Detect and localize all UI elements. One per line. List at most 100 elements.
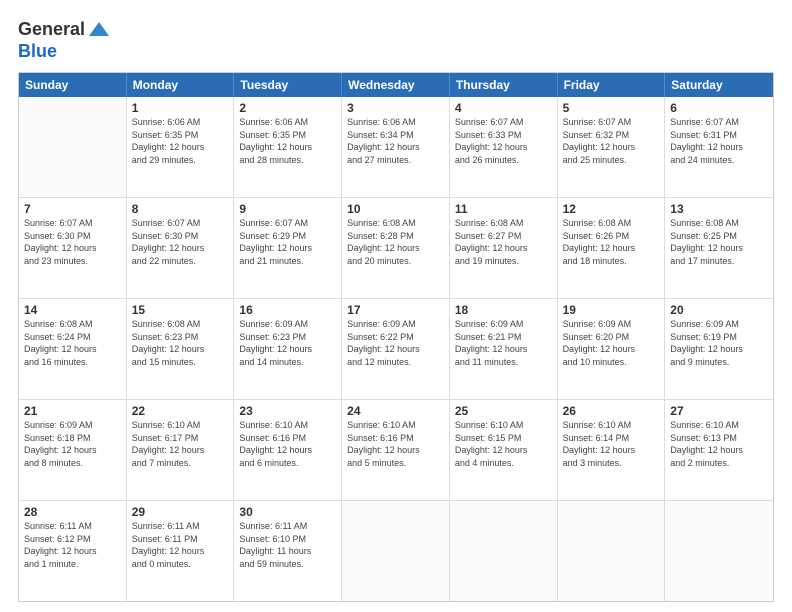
- day-info: Sunrise: 6:10 AM Sunset: 6:14 PM Dayligh…: [563, 419, 660, 469]
- day-cell-26: 26Sunrise: 6:10 AM Sunset: 6:14 PM Dayli…: [558, 400, 666, 500]
- day-info: Sunrise: 6:09 AM Sunset: 6:21 PM Dayligh…: [455, 318, 552, 368]
- day-info: Sunrise: 6:07 AM Sunset: 6:31 PM Dayligh…: [670, 116, 768, 166]
- empty-cell-4-5: [558, 501, 666, 601]
- day-number: 28: [24, 505, 121, 519]
- header-cell-thursday: Thursday: [450, 73, 558, 97]
- header-cell-tuesday: Tuesday: [234, 73, 342, 97]
- day-cell-28: 28Sunrise: 6:11 AM Sunset: 6:12 PM Dayli…: [19, 501, 127, 601]
- day-number: 17: [347, 303, 444, 317]
- day-info: Sunrise: 6:11 AM Sunset: 6:12 PM Dayligh…: [24, 520, 121, 570]
- empty-cell-4-6: [665, 501, 773, 601]
- day-cell-15: 15Sunrise: 6:08 AM Sunset: 6:23 PM Dayli…: [127, 299, 235, 399]
- day-info: Sunrise: 6:08 AM Sunset: 6:24 PM Dayligh…: [24, 318, 121, 368]
- day-info: Sunrise: 6:07 AM Sunset: 6:30 PM Dayligh…: [24, 217, 121, 267]
- day-info: Sunrise: 6:09 AM Sunset: 6:20 PM Dayligh…: [563, 318, 660, 368]
- day-cell-27: 27Sunrise: 6:10 AM Sunset: 6:13 PM Dayli…: [665, 400, 773, 500]
- day-number: 2: [239, 101, 336, 115]
- day-number: 3: [347, 101, 444, 115]
- day-info: Sunrise: 6:06 AM Sunset: 6:35 PM Dayligh…: [132, 116, 229, 166]
- day-number: 18: [455, 303, 552, 317]
- day-number: 7: [24, 202, 121, 216]
- day-cell-4: 4Sunrise: 6:07 AM Sunset: 6:33 PM Daylig…: [450, 97, 558, 197]
- day-number: 29: [132, 505, 229, 519]
- day-cell-16: 16Sunrise: 6:09 AM Sunset: 6:23 PM Dayli…: [234, 299, 342, 399]
- day-info: Sunrise: 6:11 AM Sunset: 6:11 PM Dayligh…: [132, 520, 229, 570]
- day-cell-25: 25Sunrise: 6:10 AM Sunset: 6:15 PM Dayli…: [450, 400, 558, 500]
- calendar-row-3: 21Sunrise: 6:09 AM Sunset: 6:18 PM Dayli…: [19, 400, 773, 501]
- day-info: Sunrise: 6:08 AM Sunset: 6:27 PM Dayligh…: [455, 217, 552, 267]
- day-number: 21: [24, 404, 121, 418]
- header-cell-friday: Friday: [558, 73, 666, 97]
- day-info: Sunrise: 6:09 AM Sunset: 6:19 PM Dayligh…: [670, 318, 768, 368]
- calendar-row-4: 28Sunrise: 6:11 AM Sunset: 6:12 PM Dayli…: [19, 501, 773, 601]
- day-info: Sunrise: 6:09 AM Sunset: 6:18 PM Dayligh…: [24, 419, 121, 469]
- day-cell-5: 5Sunrise: 6:07 AM Sunset: 6:32 PM Daylig…: [558, 97, 666, 197]
- day-cell-22: 22Sunrise: 6:10 AM Sunset: 6:17 PM Dayli…: [127, 400, 235, 500]
- day-number: 26: [563, 404, 660, 418]
- day-cell-10: 10Sunrise: 6:08 AM Sunset: 6:28 PM Dayli…: [342, 198, 450, 298]
- day-info: Sunrise: 6:10 AM Sunset: 6:13 PM Dayligh…: [670, 419, 768, 469]
- day-cell-20: 20Sunrise: 6:09 AM Sunset: 6:19 PM Dayli…: [665, 299, 773, 399]
- day-number: 11: [455, 202, 552, 216]
- day-cell-6: 6Sunrise: 6:07 AM Sunset: 6:31 PM Daylig…: [665, 97, 773, 197]
- day-number: 6: [670, 101, 768, 115]
- day-cell-11: 11Sunrise: 6:08 AM Sunset: 6:27 PM Dayli…: [450, 198, 558, 298]
- day-number: 24: [347, 404, 444, 418]
- calendar-row-0: 1Sunrise: 6:06 AM Sunset: 6:35 PM Daylig…: [19, 97, 773, 198]
- day-cell-19: 19Sunrise: 6:09 AM Sunset: 6:20 PM Dayli…: [558, 299, 666, 399]
- day-info: Sunrise: 6:09 AM Sunset: 6:22 PM Dayligh…: [347, 318, 444, 368]
- day-info: Sunrise: 6:08 AM Sunset: 6:25 PM Dayligh…: [670, 217, 768, 267]
- day-cell-12: 12Sunrise: 6:08 AM Sunset: 6:26 PM Dayli…: [558, 198, 666, 298]
- day-number: 23: [239, 404, 336, 418]
- day-cell-23: 23Sunrise: 6:10 AM Sunset: 6:16 PM Dayli…: [234, 400, 342, 500]
- day-cell-9: 9Sunrise: 6:07 AM Sunset: 6:29 PM Daylig…: [234, 198, 342, 298]
- day-number: 13: [670, 202, 768, 216]
- day-info: Sunrise: 6:07 AM Sunset: 6:33 PM Dayligh…: [455, 116, 552, 166]
- header-cell-saturday: Saturday: [665, 73, 773, 97]
- calendar-row-2: 14Sunrise: 6:08 AM Sunset: 6:24 PM Dayli…: [19, 299, 773, 400]
- day-info: Sunrise: 6:11 AM Sunset: 6:10 PM Dayligh…: [239, 520, 336, 570]
- empty-cell-4-3: [342, 501, 450, 601]
- header: General Blue: [18, 18, 774, 62]
- day-number: 25: [455, 404, 552, 418]
- calendar-body: 1Sunrise: 6:06 AM Sunset: 6:35 PM Daylig…: [19, 97, 773, 601]
- day-cell-18: 18Sunrise: 6:09 AM Sunset: 6:21 PM Dayli…: [450, 299, 558, 399]
- day-number: 4: [455, 101, 552, 115]
- day-info: Sunrise: 6:09 AM Sunset: 6:23 PM Dayligh…: [239, 318, 336, 368]
- day-info: Sunrise: 6:10 AM Sunset: 6:16 PM Dayligh…: [239, 419, 336, 469]
- header-cell-sunday: Sunday: [19, 73, 127, 97]
- day-number: 5: [563, 101, 660, 115]
- day-info: Sunrise: 6:06 AM Sunset: 6:34 PM Dayligh…: [347, 116, 444, 166]
- day-cell-17: 17Sunrise: 6:09 AM Sunset: 6:22 PM Dayli…: [342, 299, 450, 399]
- day-number: 27: [670, 404, 768, 418]
- day-info: Sunrise: 6:08 AM Sunset: 6:23 PM Dayligh…: [132, 318, 229, 368]
- day-cell-2: 2Sunrise: 6:06 AM Sunset: 6:35 PM Daylig…: [234, 97, 342, 197]
- day-number: 9: [239, 202, 336, 216]
- day-cell-13: 13Sunrise: 6:08 AM Sunset: 6:25 PM Dayli…: [665, 198, 773, 298]
- day-cell-24: 24Sunrise: 6:10 AM Sunset: 6:16 PM Dayli…: [342, 400, 450, 500]
- day-number: 30: [239, 505, 336, 519]
- header-cell-wednesday: Wednesday: [342, 73, 450, 97]
- day-info: Sunrise: 6:10 AM Sunset: 6:17 PM Dayligh…: [132, 419, 229, 469]
- day-number: 12: [563, 202, 660, 216]
- page: General Blue SundayMondayTuesdayWednesda…: [0, 0, 792, 612]
- calendar-header: SundayMondayTuesdayWednesdayThursdayFrid…: [19, 73, 773, 97]
- calendar-row-1: 7Sunrise: 6:07 AM Sunset: 6:30 PM Daylig…: [19, 198, 773, 299]
- day-number: 16: [239, 303, 336, 317]
- day-cell-29: 29Sunrise: 6:11 AM Sunset: 6:11 PM Dayli…: [127, 501, 235, 601]
- empty-cell-4-4: [450, 501, 558, 601]
- day-info: Sunrise: 6:10 AM Sunset: 6:16 PM Dayligh…: [347, 419, 444, 469]
- day-info: Sunrise: 6:06 AM Sunset: 6:35 PM Dayligh…: [239, 116, 336, 166]
- day-cell-7: 7Sunrise: 6:07 AM Sunset: 6:30 PM Daylig…: [19, 198, 127, 298]
- day-number: 22: [132, 404, 229, 418]
- header-cell-monday: Monday: [127, 73, 235, 97]
- day-number: 14: [24, 303, 121, 317]
- day-cell-21: 21Sunrise: 6:09 AM Sunset: 6:18 PM Dayli…: [19, 400, 127, 500]
- day-cell-14: 14Sunrise: 6:08 AM Sunset: 6:24 PM Dayli…: [19, 299, 127, 399]
- day-number: 10: [347, 202, 444, 216]
- day-number: 20: [670, 303, 768, 317]
- logo-general: General: [18, 20, 85, 40]
- day-number: 8: [132, 202, 229, 216]
- calendar: SundayMondayTuesdayWednesdayThursdayFrid…: [18, 72, 774, 602]
- day-cell-8: 8Sunrise: 6:07 AM Sunset: 6:30 PM Daylig…: [127, 198, 235, 298]
